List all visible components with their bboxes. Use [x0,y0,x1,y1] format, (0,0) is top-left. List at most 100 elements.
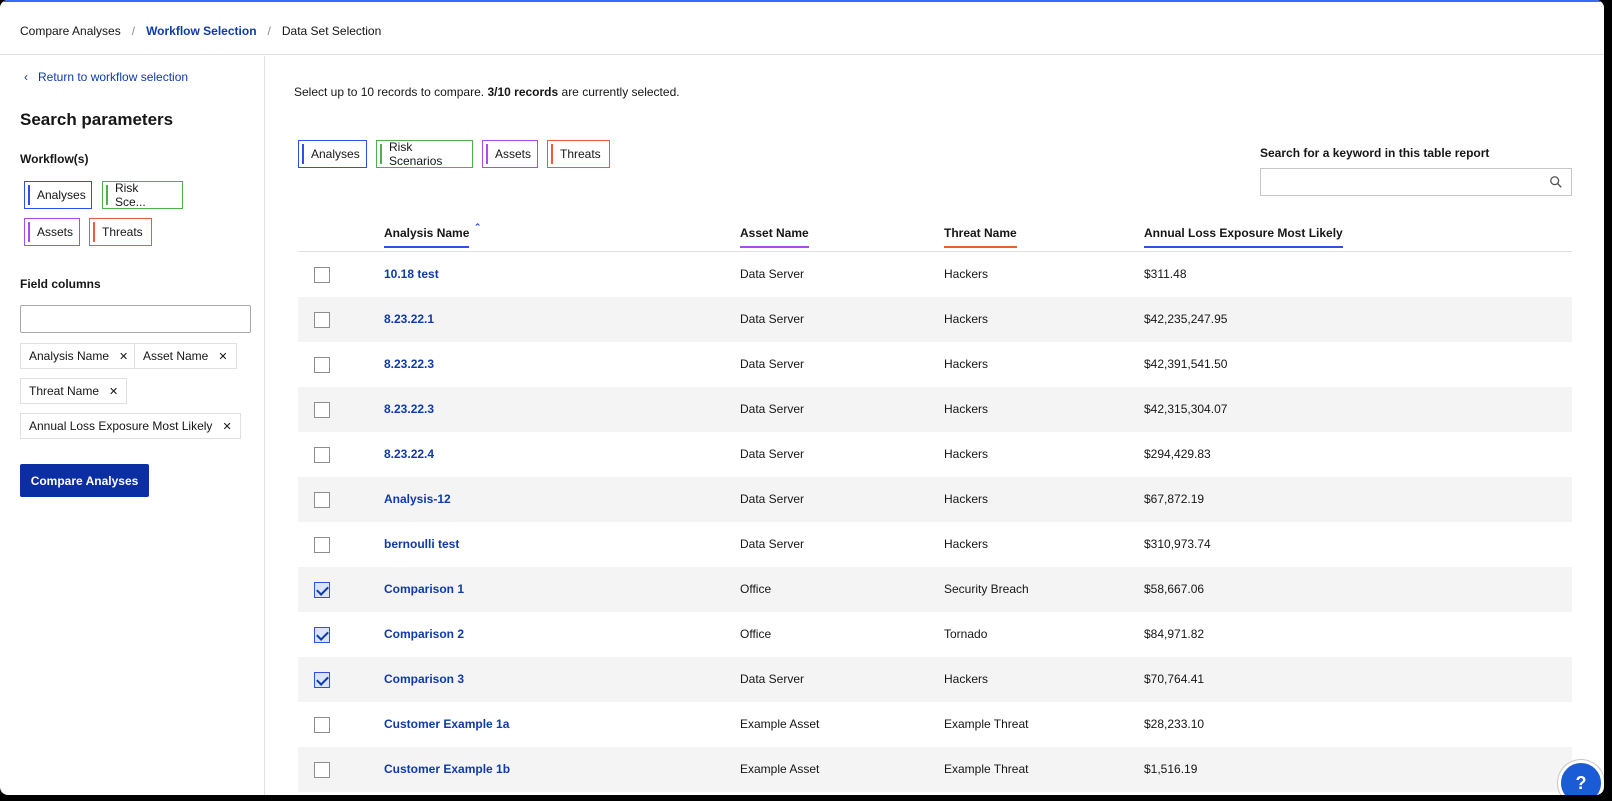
sidebar-title: Search parameters [20,110,174,129]
column-header-threat-name[interactable]: Threat Name [944,226,1017,248]
records-table: Analysis Name ⌃ Asset Name Threat Name A… [298,216,1572,792]
annual-loss-exposure-cell: $58,667.06 [1144,582,1205,596]
compare-analyses-button[interactable]: Compare Analyses [20,464,149,497]
table-search-input[interactable] [1261,169,1541,195]
row-checkbox[interactable] [314,312,330,328]
threat-name-cell: Hackers [944,402,989,416]
asset-name-cell: Data Server [740,447,805,461]
return-link-label: Return to workflow selection [38,70,189,84]
search-icon[interactable] [1549,175,1563,189]
breadcrumb-separator: / [267,24,271,38]
asset-name-cell: Data Server [740,492,805,506]
analysis-name-link[interactable]: Customer Example 1a [384,717,509,731]
breadcrumb-workflow-selection[interactable]: Workflow Selection [146,24,256,38]
sort-arrow-icon[interactable]: ⌃ [474,222,482,233]
field-chip-asset-name: Asset Name ✕ [134,343,237,369]
top-accent-bar [0,0,1604,8]
row-checkbox[interactable] [314,492,330,508]
field-chip-annual-loss-exposure: Annual Loss Exposure Most Likely ✕ [20,413,241,439]
search-parameters-sidebar: ‹ Return to workflow selection Search pa… [0,56,265,795]
threat-name-cell: Hackers [944,537,989,551]
close-icon[interactable]: ✕ [218,350,227,363]
filter-tag-risk-scenarios[interactable]: Risk Scenarios [376,140,473,168]
annual-loss-exposure-cell: $311.48 [1144,267,1187,281]
row-checkbox[interactable] [314,402,330,418]
chevron-left-icon: ‹ [24,70,28,84]
row-checkbox[interactable] [314,717,330,733]
threat-name-cell: Hackers [944,267,989,281]
threat-name-cell: Security Breach [944,582,1029,596]
table-row: 8.23.22.3 Data Server Hackers $42,315,304.0… [298,387,1572,432]
analysis-name-link[interactable]: Comparison 3 [384,672,464,686]
threat-name-cell: Tornado [944,627,988,641]
asset-name-cell: Example Asset [740,762,820,776]
asset-name-cell: Data Server [740,402,805,416]
analysis-name-link[interactable]: Comparison 1 [384,582,464,596]
analysis-name-link[interactable]: 8.23.22.4 [384,447,434,461]
column-header-analysis-name[interactable]: Analysis Name ⌃ [384,222,481,248]
analysis-name-link[interactable]: 8.23.22.3 [384,402,434,416]
threat-name-cell: Hackers [944,312,989,326]
row-checkbox[interactable] [314,627,330,643]
asset-name-cell: Data Server [740,357,805,371]
workflow-tag-analyses[interactable]: Analyses [24,181,92,209]
threat-name-cell: Example Threat [944,717,1029,731]
close-icon[interactable]: ✕ [109,385,118,398]
workflows-label: Workflow(s) [20,152,89,166]
analysis-name-link[interactable]: 8.23.22.1 [384,312,434,326]
breadcrumb-data-set-selection: Data Set Selection [281,24,382,38]
annual-loss-exposure-cell: $42,235,247.95 [1144,312,1228,326]
row-checkbox[interactable] [314,582,330,598]
analysis-name-link[interactable]: 8.23.22.3 [384,357,434,371]
row-checkbox[interactable] [314,672,330,688]
asset-name-cell: Data Server [740,537,805,551]
breadcrumb-compare-analyses[interactable]: Compare Analyses [20,24,121,38]
annual-loss-exposure-cell: $70,764.41 [1144,672,1205,686]
row-checkbox[interactable] [314,447,330,463]
field-chip-threat-name: Threat Name ✕ [20,378,128,404]
row-checkbox[interactable] [314,762,330,778]
data-set-selection-panel: Select up to 10 records to compare. 3/10… [266,56,1604,795]
table-row: Comparison 2 Office Tornado $84,971.82 [298,612,1572,657]
field-chip-analysis-name: Analysis Name ✕ [20,343,138,369]
column-header-annual-loss-exposure[interactable]: Annual Loss Exposure Most Likely [1144,226,1343,248]
field-columns-input[interactable] [20,305,251,333]
table-row: Comparison 3 Data Server Hackers $70,764.41 [298,657,1572,702]
column-header-asset-name[interactable]: Asset Name [740,226,809,248]
row-checkbox[interactable] [314,357,330,373]
breadcrumb-separator: / [131,24,136,38]
workflow-tag-threats[interactable]: Threats [89,218,152,246]
analysis-name-link[interactable]: Customer Example 1b [384,762,510,776]
return-to-workflow-link[interactable]: ‹ Return to workflow selection [24,70,188,84]
analysis-name-link[interactable]: Comparison 2 [384,627,464,641]
analysis-name-link[interactable]: bernoulli test [384,537,459,551]
row-checkbox[interactable] [314,537,330,553]
table-row: Customer Example 1b Example Asset Example … [298,747,1572,792]
table-header: Analysis Name ⌃ Asset Name Threat Name A… [298,216,1572,252]
table-row: bernoulli test Data Server Hackers $310,973… [298,522,1572,567]
asset-name-cell: Example Asset [740,717,820,731]
annual-loss-exposure-cell: $67,872.19 [1144,492,1205,506]
selection-instructions: Select up to 10 records to compare. 3/10… [294,85,680,99]
workflow-tag-risk-scenarios[interactable]: Risk Sce... [102,181,183,209]
filter-tag-assets[interactable]: Assets [482,140,538,168]
threat-name-cell: Hackers [944,447,989,461]
annual-loss-exposure-cell: $84,971.82 [1144,627,1205,641]
close-icon[interactable]: ✕ [222,420,231,433]
app-window: Compare Analyses / Workflow Selection / … [0,0,1604,795]
workflow-tag-assets[interactable]: Assets [24,218,80,246]
analysis-name-link[interactable]: Analysis-12 [384,492,451,506]
filter-tag-threats[interactable]: Threats [547,140,610,168]
row-checkbox[interactable] [314,267,330,283]
annual-loss-exposure-cell: $42,391,541.50 [1144,357,1228,371]
filter-tag-analyses[interactable]: Analyses [298,140,367,168]
table-search-box[interactable] [1260,168,1572,196]
breadcrumb: Compare Analyses / Workflow Selection / … [0,8,1604,55]
analysis-name-link[interactable]: 10.18 test [384,267,439,281]
threat-name-cell: Hackers [944,672,989,686]
table-search-label: Search for a keyword in this table repor… [1260,146,1490,160]
table-row: Analysis-12 Data Server Hackers $67,872.19 [298,477,1572,522]
close-icon[interactable]: ✕ [119,350,128,363]
table-row: 10.18 test Data Server Hackers $311.48 [298,252,1572,297]
asset-name-cell: Office [740,627,772,641]
